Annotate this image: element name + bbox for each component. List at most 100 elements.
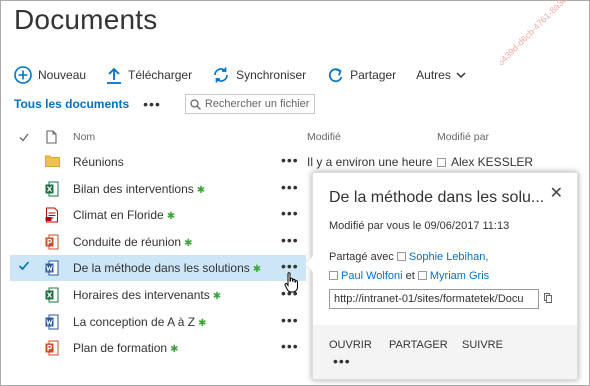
file-icon-wrapper [45,314,59,330]
file-icon-wrapper [45,181,59,197]
file-modified: Il y a environ une heure [307,155,433,169]
file-more-button[interactable]: ••• [281,338,299,354]
page-title: Documents [14,4,158,35]
file-more-button[interactable]: ••• [281,152,299,168]
presence-icon [437,158,446,167]
modified-by-name: Alex KESSLER [451,155,534,169]
share-action[interactable]: PARTAGER [389,339,448,351]
excel-file-icon [45,181,59,197]
powerpoint-file-icon [45,340,59,356]
upload-icon [107,67,122,84]
file-name-link[interactable]: Bilan des interventions ✱ [73,182,205,196]
new-document-icon: ✱ [184,237,193,249]
file-modified-by[interactable]: Alex KESSLER [437,155,533,169]
new-button[interactable]: Nouveau [14,66,86,84]
file-name: De la méthode dans les solutions [73,261,250,276]
presence-icon [417,271,427,280]
file-name-link[interactable]: De la méthode dans les solutions ✱ [73,261,261,275]
presence-icon [329,271,338,280]
new-document-icon: ✱ [170,344,179,356]
new-document-icon: ✱ [198,317,207,329]
word-file-icon [45,314,59,330]
share-button-label: Partager [350,68,397,82]
file-name: Climat en Floride [73,208,164,223]
view-more-button[interactable]: ••• [143,96,161,112]
excel-file-icon [45,287,59,303]
file-name: Réunions [73,155,124,169]
callout-pointer [304,255,313,273]
mouse-pointer-icon [284,272,298,293]
file-icon-wrapper [45,340,59,356]
new-document-icon: ✱ [252,264,262,276]
shared-user-link[interactable]: Paul Wolfoni [341,270,403,282]
word-file-icon [45,260,59,276]
folder-icon [45,155,60,167]
pdf-file-icon [45,207,58,223]
plus-circle-icon [14,66,32,84]
callout-shared-with: Partagé avec Sophie Lebihan, Paul Wolfon… [329,248,569,286]
file-more-button[interactable]: ••• [281,205,299,221]
column-header-name[interactable]: Nom [73,131,95,143]
new-document-icon: ✱ [212,291,222,302]
open-action[interactable]: OUVRIR [329,339,372,351]
shared-user-link[interactable]: Myriam Gris [430,270,489,282]
file-name: La conception de A à Z [73,314,196,329]
file-callout: De la méthode dans les solu... ✕ Modifié… [304,172,578,380]
file-icon-wrapper [45,234,59,250]
file-type-icon [46,130,57,144]
file-name-link[interactable]: Plan de formation ✱ [73,341,178,355]
powerpoint-file-icon [45,234,59,250]
presence-icon [396,252,406,261]
command-bar: Nouveau Télécharger Synchroniser Partage… [14,64,486,86]
sync-icon [214,67,228,83]
upload-button[interactable]: Télécharger [106,66,192,84]
shared-user-link[interactable]: Sophie Lebihan, [409,251,489,263]
list-header: Nom Modifié Modifié par [0,128,590,148]
callout-modified-info: Modifié par vous le 09/06/2017 11:13 [329,220,510,232]
document-url-field[interactable]: http://intranet-01/sites/formatetek/Docu [329,289,539,309]
share-button[interactable]: Partager [326,66,396,84]
share-icon [329,68,343,83]
file-name-link[interactable]: La conception de A à Z ✱ [73,315,206,329]
checkmark-icon[interactable] [18,260,30,272]
search-icon [190,98,201,110]
callout-actions: OUVRIR PARTAGER SUIVRE ••• [313,325,577,379]
file-name-link[interactable]: Conduite de réunion ✱ [73,235,192,249]
follow-action[interactable]: SUIVRE [462,339,503,351]
chevron-down-icon [456,72,466,79]
shared-and-label: et [405,270,415,282]
new-document-icon: ✱ [166,211,176,223]
callout-more-button[interactable]: ••• [333,353,351,369]
upload-button-label: Télécharger [128,68,193,82]
view-bar: Tous les documents ••• Rechercher un fic… [14,94,315,114]
view-all-documents[interactable]: Tous les documents [14,97,129,111]
copy-icon[interactable] [544,293,552,303]
file-name: Horaires des intervenants [73,288,210,302]
file-icon-wrapper [45,287,59,303]
file-name: Plan de formation [73,341,168,356]
file-more-button[interactable]: ••• [281,179,299,195]
new-document-icon: ✱ [196,184,206,196]
new-button-label: Nouveau [38,68,87,82]
select-all-checkmark-icon[interactable] [19,133,29,142]
file-more-button[interactable]: ••• [281,312,299,328]
search-box[interactable]: Rechercher un fichier [184,94,315,114]
file-icon-wrapper [45,207,59,223]
file-more-button[interactable]: ••• [281,232,299,248]
more-menu-label: Autres [416,68,451,82]
more-menu-button[interactable]: Autres [416,68,466,82]
file-name-link[interactable]: Réunions [73,155,124,169]
column-header-modified[interactable]: Modifié [307,131,341,143]
search-placeholder: Rechercher un fichier [204,98,310,110]
sync-button[interactable]: Synchroniser [212,66,306,84]
file-name: Conduite de réunion [73,234,182,249]
file-icon-wrapper [45,154,60,170]
close-icon[interactable]: ✕ [550,183,563,203]
file-icon-wrapper [45,260,59,276]
callout-title: De la méthode dans les solu... [329,189,545,206]
file-name-link[interactable]: Horaires des intervenants ✱ [73,288,221,302]
sync-button-label: Synchroniser [236,68,307,82]
column-header-modified-by[interactable]: Modifié par [437,131,489,143]
shared-with-label: Partagé avec [329,251,394,263]
file-name-link[interactable]: Climat en Floride ✱ [73,208,175,222]
